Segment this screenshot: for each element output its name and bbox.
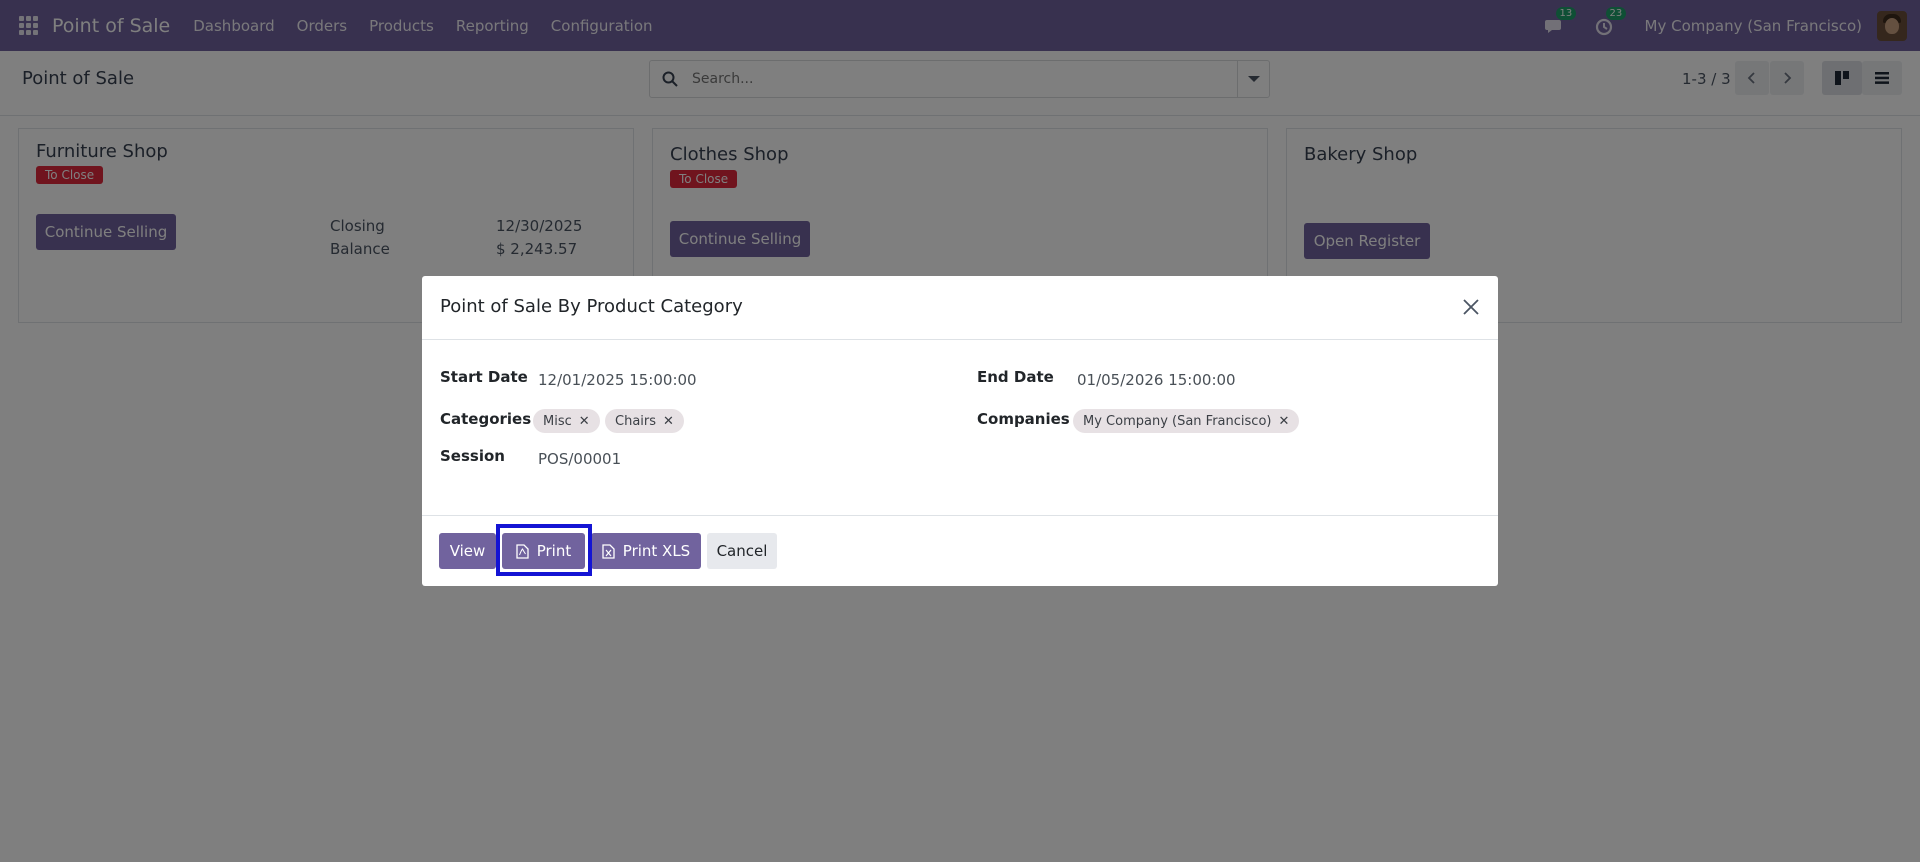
view-button[interactable]: View xyxy=(439,533,496,569)
session-field[interactable]: POS/00001 xyxy=(538,450,621,468)
end-date-field[interactable]: 01/05/2026 15:00:00 xyxy=(1077,371,1236,389)
close-icon[interactable] xyxy=(1460,296,1482,318)
print-xls-button[interactable]: Print XLS xyxy=(591,533,701,569)
tag-label: Chairs xyxy=(615,413,657,429)
categories-label: Categories xyxy=(440,410,532,428)
print-xls-button-label: Print XLS xyxy=(622,542,691,560)
remove-tag-icon[interactable]: ✕ xyxy=(579,414,590,429)
remove-tag-icon[interactable]: ✕ xyxy=(1278,414,1289,429)
category-tag-misc: Misc ✕ xyxy=(533,409,600,433)
dialog-title: Point of Sale By Product Category xyxy=(440,296,743,317)
end-date-label: End Date xyxy=(977,368,1054,386)
tag-label: Misc xyxy=(543,413,572,429)
company-tag: My Company (San Francisco) ✕ xyxy=(1073,409,1300,433)
excel-file-icon xyxy=(602,543,615,559)
cancel-button[interactable]: Cancel xyxy=(707,533,777,569)
remove-tag-icon[interactable]: ✕ xyxy=(663,414,674,429)
print-button-focus-highlight xyxy=(496,524,592,576)
category-tag-chairs: Chairs ✕ xyxy=(605,409,684,433)
dialog-header: Point of Sale By Product Category xyxy=(422,276,1498,340)
session-label: Session xyxy=(440,447,505,465)
start-date-field[interactable]: 12/01/2025 15:00:00 xyxy=(538,371,697,389)
tag-label: My Company (San Francisco) xyxy=(1083,413,1272,429)
companies-label: Companies xyxy=(977,410,1070,428)
start-date-label: Start Date xyxy=(440,368,528,386)
